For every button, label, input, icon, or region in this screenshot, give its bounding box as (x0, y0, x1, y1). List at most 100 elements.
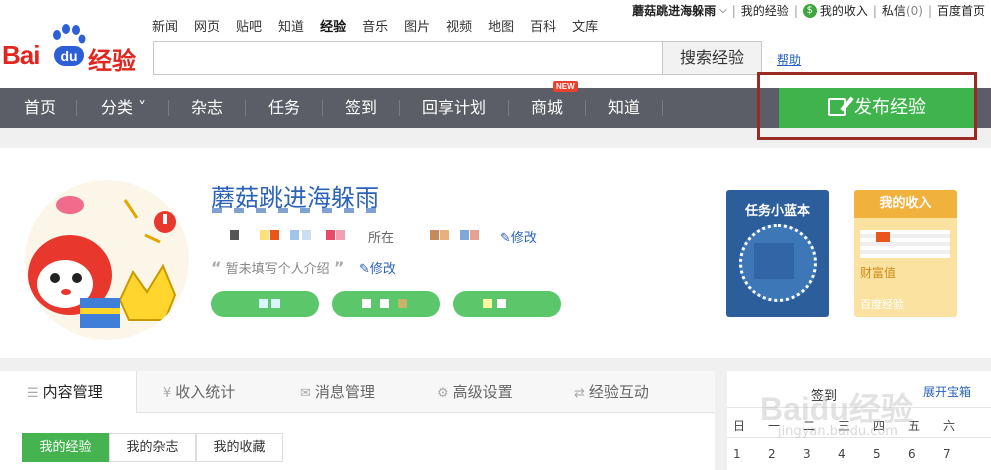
tab-experience-interaction[interactable]: ⇄ 经验互动 (574, 371, 649, 413)
badge-blur (754, 243, 794, 279)
my-income-card[interactable]: 我的收入 财富值 百度经验 (854, 190, 957, 317)
top-nav-wenku[interactable]: 文库 (572, 16, 598, 35)
nav-divider (585, 100, 586, 116)
logo-jingyan-text: 经验 (88, 47, 136, 75)
logo-bai-text: Bai (2, 40, 40, 70)
top-nav-music[interactable]: 音乐 (362, 16, 388, 35)
task-card-title: 任务小蓝本 (744, 204, 810, 219)
swap-icon: ⇄ (574, 386, 585, 401)
top-nav: 新闻 网页 贴吧 知道 经验 音乐 图片 视频 地图 百科 文库 (152, 16, 614, 35)
calendar-day[interactable]: 5 (873, 447, 908, 461)
edit-info-label: 修改 (510, 231, 537, 246)
top-nav-baike[interactable]: 百科 (530, 16, 556, 35)
baidu-jingyan-logo[interactable]: Bai du 经验 (2, 24, 142, 75)
user-bar: 蘑菇跳进海躲雨 ⌵ | 我的经验 | $ 我的收入 | 私信 (0) | 百度首… (632, 2, 985, 19)
intro-line: “ 暂未填写个人介绍 ” (211, 258, 344, 277)
my-experience-link[interactable]: 我的经验 (741, 2, 789, 19)
nav-divider (508, 100, 509, 116)
location-partial: 所在 (368, 231, 395, 246)
yen-icon: ¥ (163, 386, 172, 401)
nav-divider (322, 100, 323, 116)
divider: | (793, 3, 798, 18)
top-nav-tieba[interactable]: 贴吧 (236, 16, 262, 35)
divider: | (731, 3, 736, 18)
calendar-day[interactable]: 7 (943, 447, 978, 461)
subtab-my-favorites[interactable]: 我的收藏 (196, 433, 283, 462)
top-nav-news[interactable]: 新闻 (152, 16, 178, 35)
edit-intro-label: 修改 (369, 262, 396, 277)
edit-intro-link[interactable]: ✎修改 (359, 258, 396, 277)
my-income-link[interactable]: 我的收入 (820, 2, 868, 19)
nav-home[interactable]: 首页 (24, 88, 56, 128)
content-panel: 我的经验 我的杂志 我的收藏 (0, 413, 715, 470)
logo-du-text: du (54, 46, 84, 66)
income-card-footer: 百度经验 (860, 298, 904, 311)
subtab-my-magazine[interactable]: 我的杂志 (109, 433, 196, 462)
wealth-label: 财富值 (860, 266, 897, 280)
calendar-day[interactable]: 6 (908, 447, 943, 461)
top-nav-images[interactable]: 图片 (404, 16, 430, 35)
income-blur-accent (876, 232, 890, 242)
top-nav-web[interactable]: 网页 (194, 16, 220, 35)
nav-divider (399, 100, 400, 116)
chevron-down-icon[interactable]: ⌵ (719, 5, 727, 16)
quote-open-icon: “ (211, 258, 222, 277)
stat-pill[interactable] (332, 291, 440, 317)
baidu-home-link[interactable]: 百度首页 (937, 2, 985, 19)
nav-mall[interactable]: 商城 (531, 88, 563, 128)
message-count: (0) (905, 3, 923, 18)
top-nav-jingyan[interactable]: 经验 (320, 16, 346, 35)
top-nav-video[interactable]: 视频 (446, 16, 472, 35)
weekday: 六 (943, 419, 956, 433)
search-button[interactable]: 搜索经验 (662, 41, 762, 75)
tab-label: 消息管理 (314, 383, 375, 401)
divider: | (872, 3, 877, 18)
calendar-day[interactable]: 4 (838, 447, 873, 461)
stat-pill[interactable] (211, 291, 319, 317)
tab-content-management[interactable]: ☰ 内容管理 (0, 371, 137, 413)
nav-divider (245, 100, 246, 116)
blurred-name-underline (212, 208, 387, 213)
calendar-day[interactable]: 3 (803, 447, 838, 461)
nav-zhidao[interactable]: 知道 (608, 88, 640, 128)
task-notebook-card[interactable]: 任务小蓝本 (726, 190, 829, 317)
nav-tasks[interactable]: 任务 (268, 88, 300, 128)
expand-treasure-link[interactable]: 展开宝箱 (923, 383, 971, 400)
tab-label: 高级设置 (452, 383, 513, 401)
top-nav-zhidao[interactable]: 知道 (278, 16, 304, 35)
coin-icon: $ (802, 3, 817, 18)
nav-divider (662, 100, 663, 116)
tab-advanced-settings[interactable]: ⚙ 高级设置 (437, 371, 513, 413)
top-nav-map[interactable]: 地图 (488, 16, 514, 35)
redacted-info-row (230, 230, 500, 240)
intro-text: 暂未填写个人介绍 (225, 262, 330, 277)
cartoon-fox-avatar-illustration (28, 196, 177, 328)
nav-checkin[interactable]: 签到 (345, 88, 377, 128)
nav-magazine[interactable]: 杂志 (191, 88, 223, 128)
nav-share-plan[interactable]: 回享计划 (422, 88, 486, 128)
search-input[interactable] (153, 41, 663, 75)
profile-panel: 蘑菇跳进海躲雨 所在 ✎修改 “ 暂未填写个人介绍 ” ✎修改 任务小蓝本 我的… (0, 148, 991, 358)
calendar-day[interactable]: 1 (733, 447, 768, 461)
stat-pill[interactable] (453, 291, 561, 317)
username-link[interactable]: 蘑菇跳进海躲雨 (632, 2, 716, 19)
watermark-url: jingyan.baidu.com (778, 424, 898, 439)
badge-ring-icon (739, 224, 817, 302)
message-icon: ✉ (300, 386, 311, 401)
tab-income-stats[interactable]: ¥ 收入统计 (163, 371, 235, 413)
tab-label: 内容管理 (42, 383, 103, 401)
tab-message-management[interactable]: ✉ 消息管理 (300, 371, 375, 413)
edit-info-link[interactable]: ✎修改 (500, 227, 537, 246)
help-link[interactable]: 帮助 (777, 51, 801, 68)
list-icon: ☰ (27, 386, 39, 401)
nav-category[interactable]: 分类 ˅ (101, 88, 146, 128)
nav-divider (168, 100, 169, 116)
messages-link[interactable]: 私信 (882, 2, 906, 19)
quote-close-icon: ” (333, 258, 345, 277)
divider: | (927, 3, 932, 18)
user-avatar[interactable] (25, 180, 189, 340)
tab-label: 经验互动 (588, 383, 649, 401)
highlight-frame (757, 72, 977, 140)
subtab-my-experience[interactable]: 我的经验 (22, 433, 109, 462)
calendar-day[interactable]: 2 (768, 447, 803, 461)
